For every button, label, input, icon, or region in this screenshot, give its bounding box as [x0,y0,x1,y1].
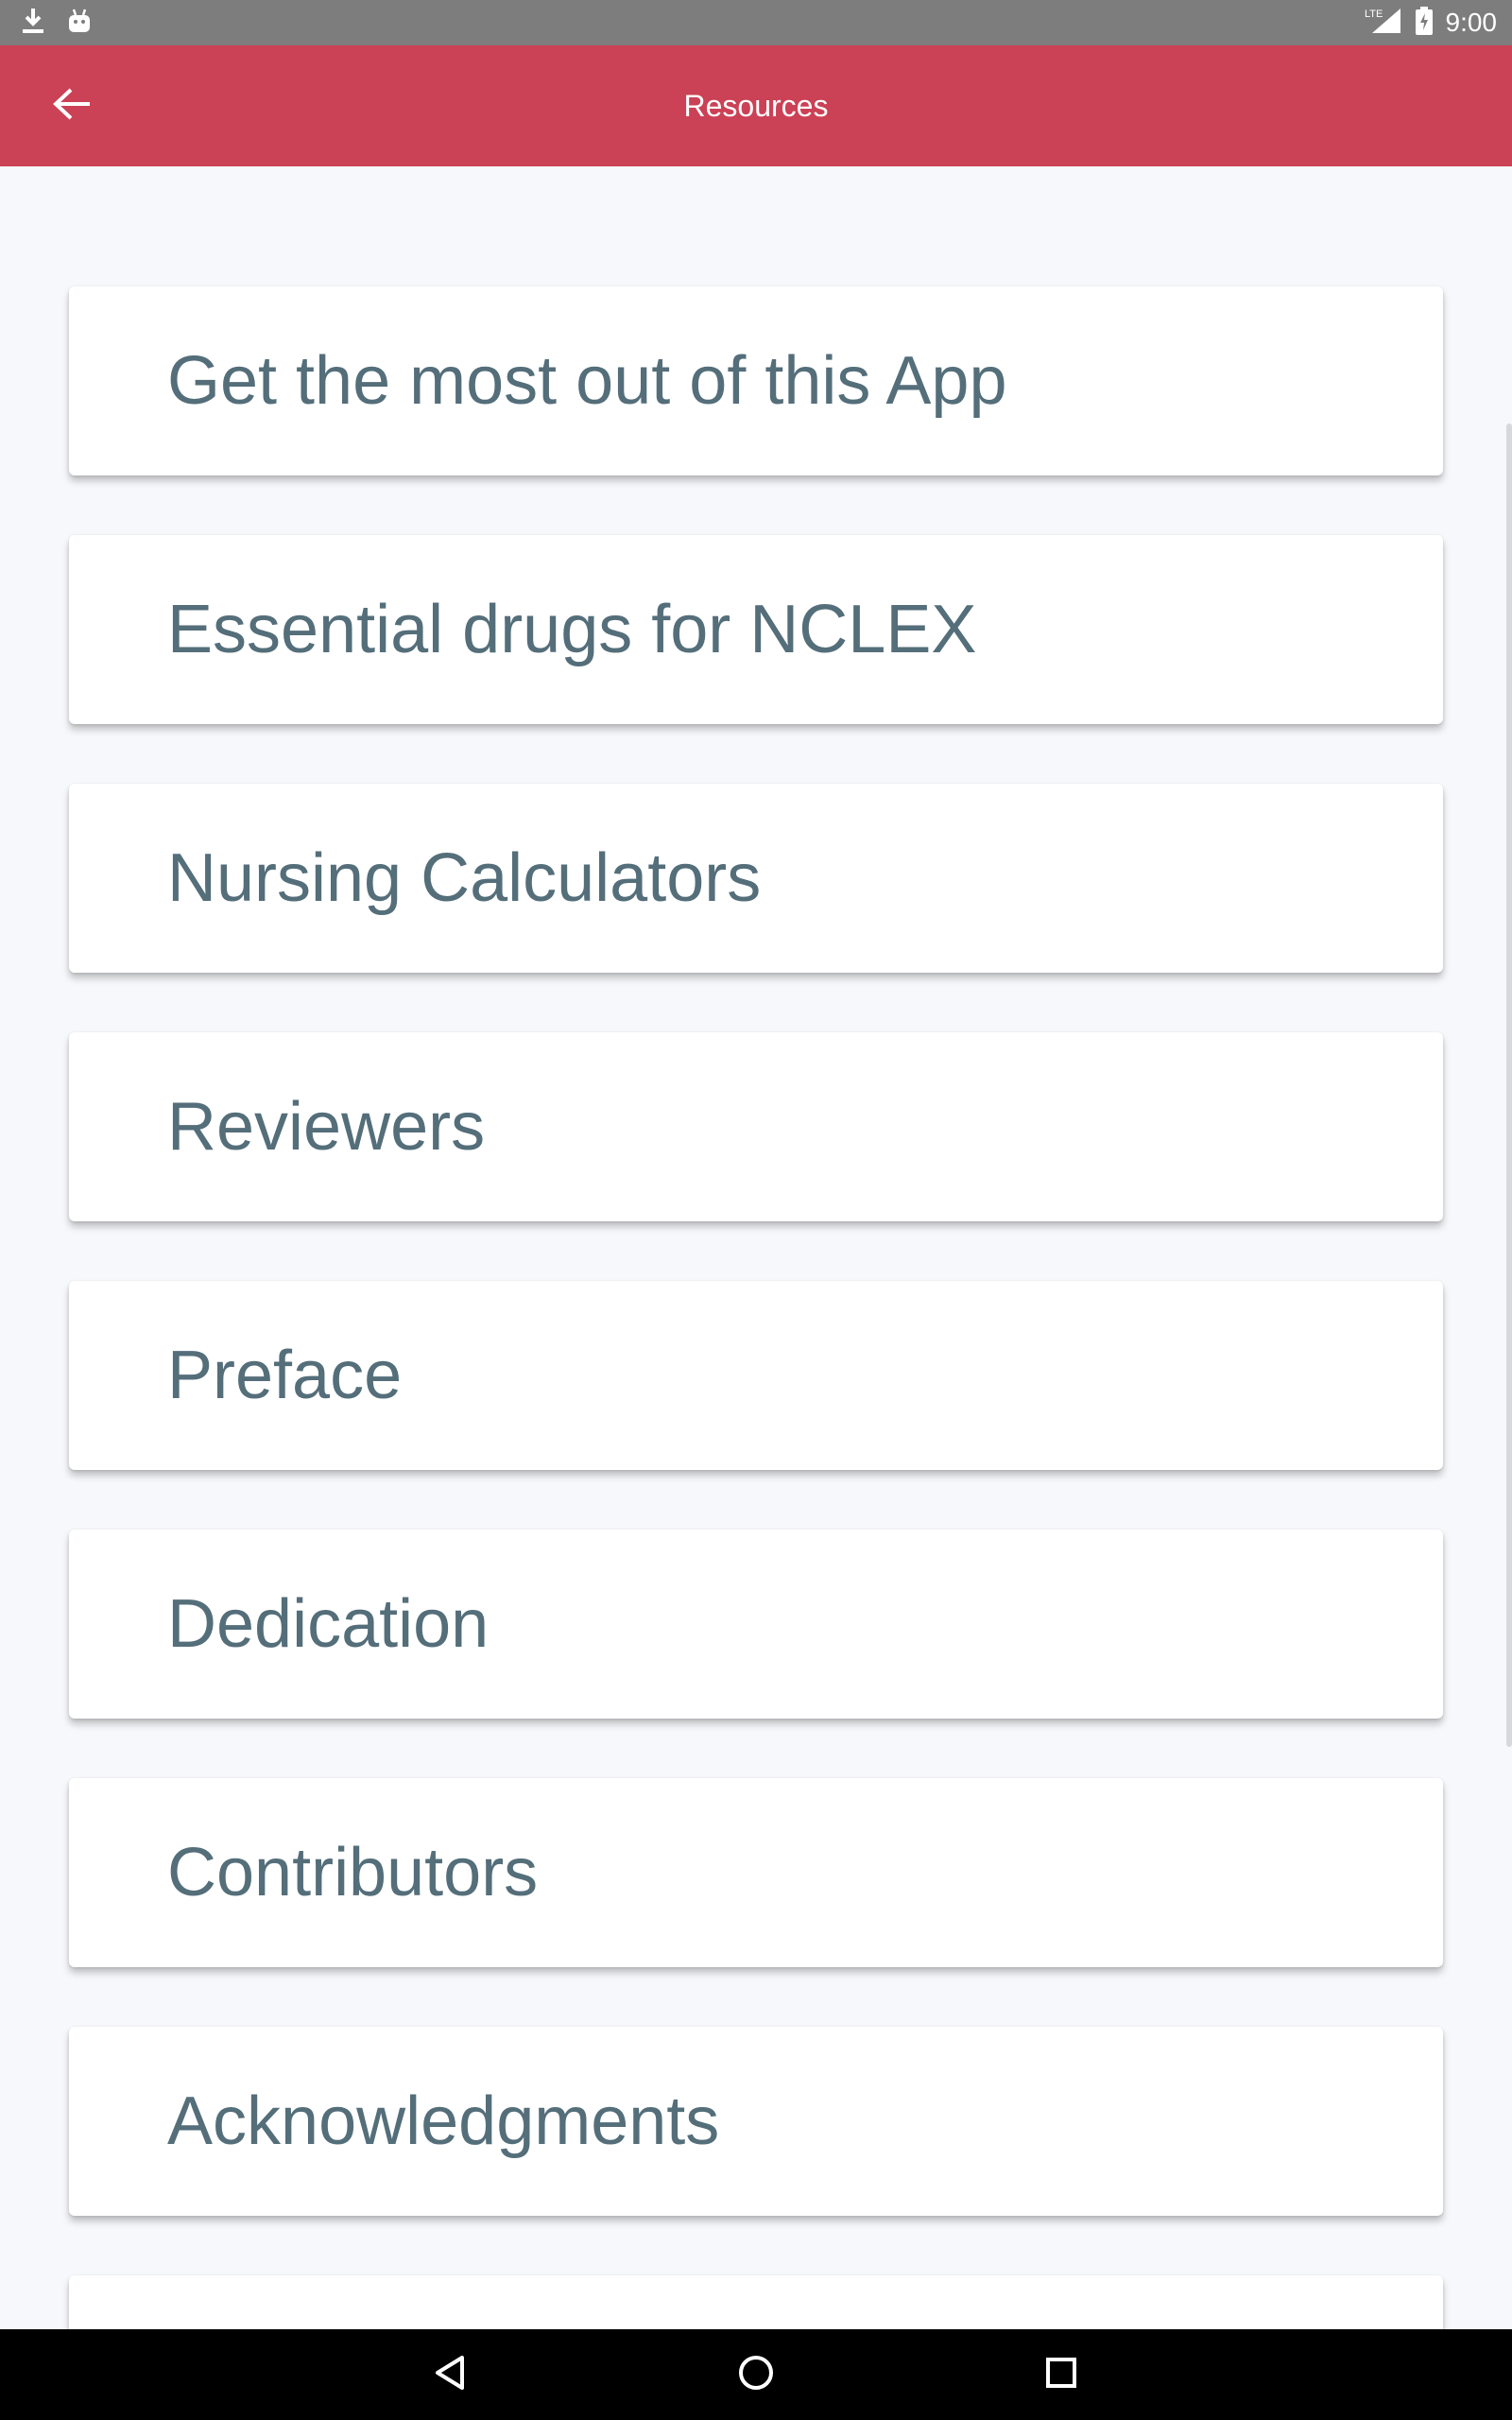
resources-list-container[interactable]: Get the most out of this App Essential d… [0,166,1512,2329]
back-triangle-icon [432,2354,470,2396]
list-item-acknowledgments[interactable]: Acknowledgments [69,2027,1443,2216]
list-item-nursing-calculators[interactable]: Nursing Calculators [69,784,1443,973]
list-item-label: Preface [167,1338,403,1413]
list-item-get-the-most-out[interactable]: Get the most out of this App [69,286,1443,475]
resources-list: Get the most out of this App Essential d… [69,286,1443,2329]
android-debug-icon [66,8,93,39]
list-item-contributors[interactable]: Contributors [69,1778,1443,1967]
list-item-label: Acknowledgments [167,2083,720,2159]
status-bar: LTE 9:00 [0,0,1512,45]
list-item-preface[interactable]: Preface [69,1281,1443,1470]
list-item-label: Essential drugs for NCLEX [167,592,977,667]
lte-signal-icon: LTE [1365,7,1402,40]
list-item-label: Dedication [167,1586,490,1662]
status-time: 9:00 [1445,8,1498,37]
battery-charging-icon [1415,6,1433,40]
recents-square-icon [1042,2354,1080,2396]
list-item-partial[interactable] [69,2275,1443,2329]
page-title: Resources [683,89,829,123]
list-item-label: Reviewers [167,1089,486,1165]
list-item-label: Get the most out of this App [167,343,1007,419]
list-item-label: Nursing Calculators [167,840,762,916]
nav-back-button[interactable] [422,2346,479,2403]
nav-home-button[interactable] [728,2346,784,2403]
scrollbar[interactable] [1506,424,1512,1747]
status-left-icons [21,6,93,40]
list-item-dedication[interactable]: Dedication [69,1530,1443,1719]
list-item-label: Contributors [167,1835,539,1910]
network-label: LTE [1365,9,1383,20]
home-circle-icon [737,2354,775,2396]
list-item-essential-drugs[interactable]: Essential drugs for NCLEX [69,535,1443,724]
status-right-icons: LTE 9:00 [1365,6,1498,40]
list-item-reviewers[interactable]: Reviewers [69,1032,1443,1221]
nav-recents-button[interactable] [1033,2346,1090,2403]
download-icon [21,7,45,40]
system-nav-bar [0,2329,1512,2420]
app-bar: Resources [0,45,1512,166]
